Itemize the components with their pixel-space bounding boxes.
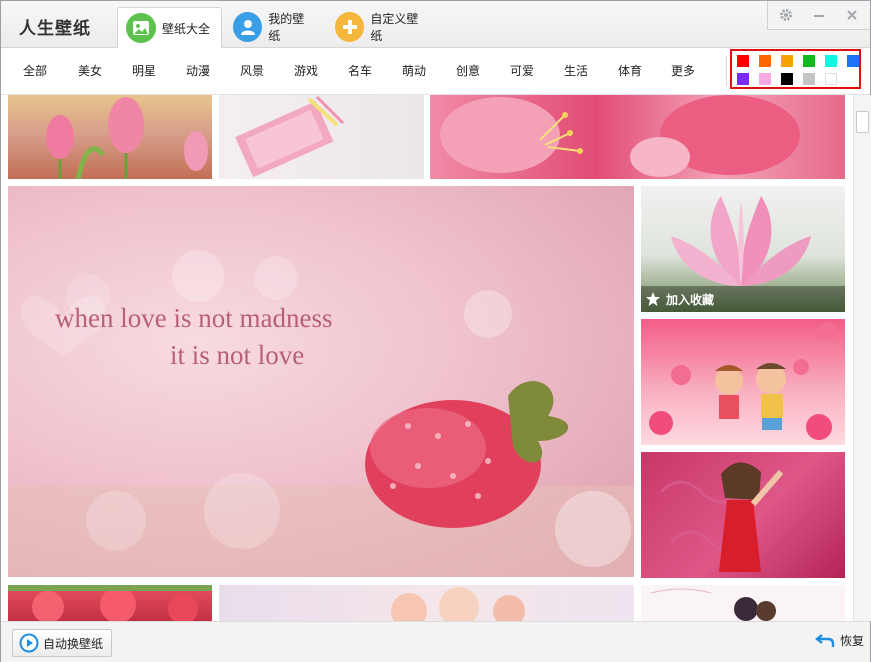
star-icon — [645, 291, 661, 307]
featured-caption-line1: when love is not madness — [55, 303, 332, 333]
plus-icon — [335, 12, 365, 42]
app-window: 人生壁纸 壁纸大全 我的壁纸 自定义壁纸 全部 美女 明星 动漫 风景 游戏 名… — [0, 0, 871, 662]
scrollbar-thumb[interactable] — [856, 111, 869, 133]
category-anime[interactable]: 动漫 — [186, 62, 210, 79]
wallpaper-thumb-roses[interactable] — [219, 585, 634, 621]
category-cute-pet[interactable]: 萌动 — [402, 62, 426, 79]
color-swatch-gray[interactable] — [803, 73, 815, 85]
add-favorite-bar[interactable]: 加入收藏 — [641, 286, 845, 312]
wallpaper-grid: when love is not madness it is not love … — [1, 95, 853, 621]
color-swatch-cyan[interactable] — [825, 55, 837, 67]
category-sports[interactable]: 体育 — [618, 62, 642, 79]
color-swatch-white[interactable] — [825, 73, 837, 85]
featured-caption-line2: it is not love — [170, 340, 304, 370]
color-swatch-orange[interactable] — [759, 55, 771, 67]
tab-wallpaper-gallery[interactable]: 壁纸大全 — [117, 7, 222, 48]
vertical-scrollbar[interactable] — [853, 95, 871, 621]
category-game[interactable]: 游戏 — [294, 62, 318, 79]
tab-label: 自定义壁纸 — [370, 12, 419, 43]
wallpaper-thumb-anime-couple[interactable] — [641, 585, 845, 621]
category-creative[interactable]: 创意 — [456, 62, 480, 79]
tab-my-wallpaper[interactable]: 我的壁纸 — [225, 7, 325, 47]
color-palette — [730, 49, 861, 89]
user-icon — [233, 12, 263, 42]
restore-button[interactable]: 恢复 — [815, 632, 864, 649]
category-life[interactable]: 生活 — [564, 62, 588, 79]
auto-change-label: 自动换壁纸 — [43, 636, 104, 651]
app-title: 人生壁纸 — [19, 19, 91, 39]
category-star[interactable]: 明星 — [132, 62, 156, 79]
restore-label: 恢复 — [839, 634, 864, 648]
wallpaper-thumb-notebook[interactable] — [219, 95, 424, 179]
minimize-icon[interactable] — [803, 1, 835, 29]
wallpaper-icon — [126, 13, 156, 43]
wallpaper-thumb-pink-blossom[interactable] — [430, 95, 845, 179]
tab-custom-wallpaper[interactable]: 自定义壁纸 — [327, 7, 439, 47]
play-circle-icon — [19, 633, 39, 653]
category-beauty[interactable]: 美女 — [78, 62, 102, 79]
wallpaper-thumb-model[interactable] — [641, 452, 845, 578]
wallpaper-thumb-lotus[interactable]: 加入收藏 — [641, 186, 845, 312]
color-swatch-purple[interactable] — [737, 73, 749, 85]
add-favorite-label: 加入收藏 — [666, 292, 715, 307]
gear-icon[interactable] — [770, 1, 802, 29]
color-swatch-yellow[interactable] — [781, 55, 793, 67]
tab-label: 我的壁纸 — [268, 12, 305, 43]
category-landscape[interactable]: 风景 — [240, 62, 264, 79]
category-all[interactable]: 全部 — [23, 62, 47, 79]
wallpaper-featured-strawberry[interactable]: when love is not madness it is not love — [8, 186, 634, 577]
color-swatch-black[interactable] — [781, 73, 793, 85]
window-controls — [767, 1, 870, 30]
category-more[interactable]: 更多 — [671, 62, 695, 79]
wallpaper-thumb-cartoon-couple[interactable] — [641, 319, 845, 445]
wallpaper-thumb-tulips[interactable] — [8, 95, 212, 179]
category-car[interactable]: 名车 — [348, 62, 372, 79]
title-bar: 人生壁纸 壁纸大全 我的壁纸 自定义壁纸 — [1, 1, 870, 48]
color-swatch-red[interactable] — [737, 55, 749, 67]
wallpaper-thumb-red-flowers[interactable] — [8, 585, 212, 621]
divider — [726, 56, 727, 86]
category-lovely[interactable]: 可爱 — [510, 62, 534, 79]
color-swatch-blue[interactable] — [847, 55, 859, 67]
close-icon[interactable] — [836, 1, 868, 29]
tab-label: 壁纸大全 — [162, 21, 211, 36]
footer-bar: 自动换壁纸 恢复 — [1, 621, 870, 662]
color-swatch-pink[interactable] — [759, 73, 771, 85]
undo-arrow-icon — [815, 633, 835, 649]
auto-change-wallpaper-button[interactable]: 自动换壁纸 — [12, 629, 113, 657]
color-swatch-green[interactable] — [803, 55, 815, 67]
